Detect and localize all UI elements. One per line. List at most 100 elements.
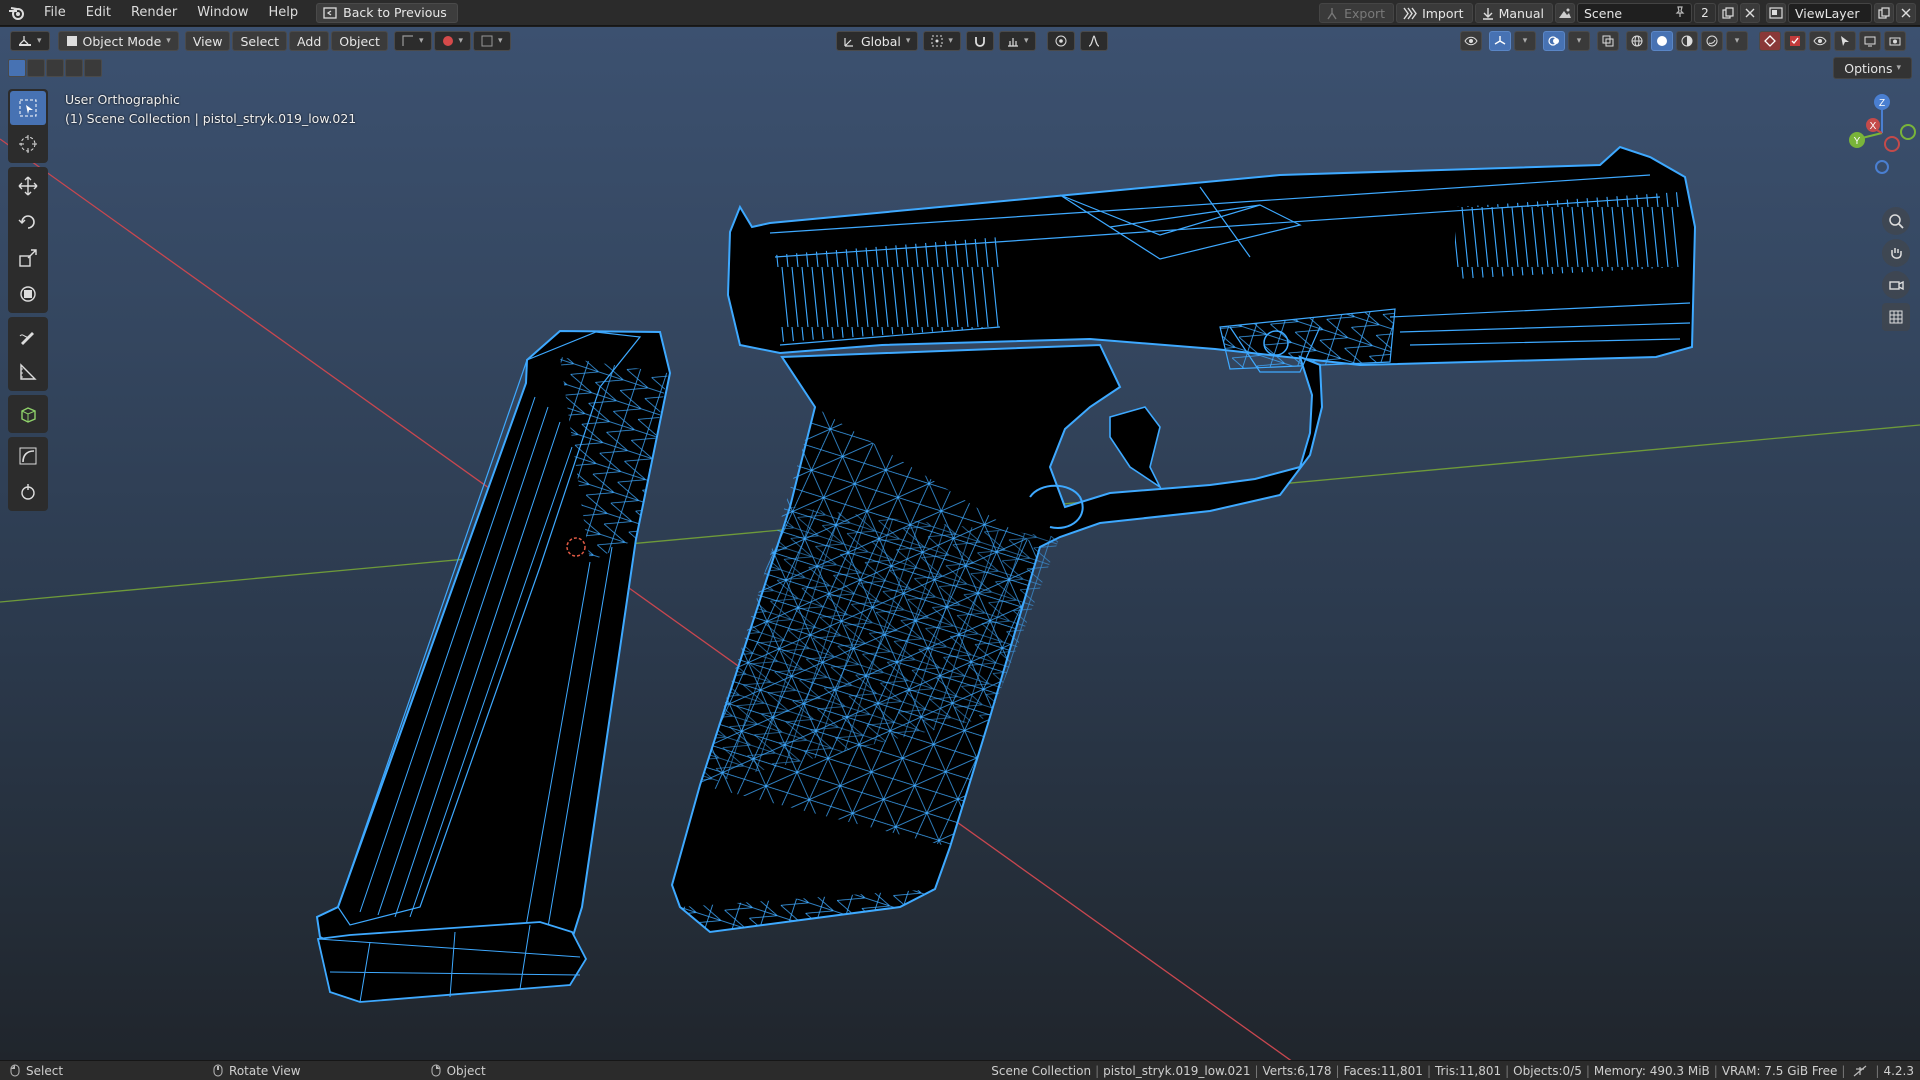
menu-view[interactable]: View — [184, 31, 231, 51]
scene-users-count[interactable]: 2 — [1694, 3, 1716, 23]
export-button[interactable]: Export — [1319, 3, 1395, 23]
show-gizmo-toggle[interactable] — [1489, 31, 1511, 51]
menu-file[interactable]: File — [34, 0, 76, 26]
menu-window[interactable]: Window — [187, 0, 258, 26]
snap-toggle[interactable] — [965, 31, 994, 51]
shear-tool[interactable] — [10, 439, 46, 473]
view-layer-field[interactable]: ViewLayer — [1788, 3, 1872, 23]
3d-viewport-icon — [19, 36, 31, 46]
zoom-view-button[interactable] — [1882, 207, 1910, 235]
rotate-tool[interactable] — [10, 205, 46, 239]
gizmo-options-dropdown[interactable]: ▾ — [1514, 31, 1536, 51]
mode-dropdown[interactable]: Object Mode ▾ — [57, 31, 179, 51]
rotate-normals-tool[interactable] — [10, 475, 46, 509]
mouse-right-icon — [431, 1064, 441, 1077]
disable-in-renders-toggle[interactable] — [1884, 31, 1906, 51]
scene-icon — [1559, 8, 1571, 18]
measure-tool[interactable] — [10, 355, 46, 389]
view-name: User Orthographic — [65, 92, 180, 107]
global-record-button[interactable]: ▾ — [433, 31, 472, 51]
select-mode-subtract-button[interactable] — [46, 59, 64, 77]
keying-set-button[interactable] — [1759, 31, 1781, 51]
transform-orientation-dropdown[interactable]: Global ▾ — [836, 31, 919, 51]
scene-browse-button[interactable] — [1555, 3, 1575, 23]
network-icon[interactable] — [1853, 1065, 1867, 1077]
pivot-point-dropdown[interactable]: ▾ — [923, 31, 961, 51]
disable-in-viewports-toggle[interactable] — [1859, 31, 1881, 51]
axis-gizmo[interactable]: Z Y X — [1830, 87, 1920, 207]
viewport-gizmo-options-button[interactable]: ▾ — [393, 31, 432, 51]
select-mode-invert-button[interactable] — [65, 59, 83, 77]
scale-tool[interactable] — [10, 241, 46, 275]
proportional-editing-toggle[interactable] — [1047, 31, 1076, 51]
status-hint-rotate: Rotate View — [213, 1064, 301, 1078]
status-hint-select-label: Select — [26, 1063, 64, 1078]
3d-viewport[interactable]: ▾ Object Mode ▾ View Select Add Object ▾… — [0, 27, 1920, 1060]
wireframe-sphere-icon — [1631, 35, 1643, 47]
snap-target-dropdown[interactable]: ▾ — [998, 31, 1037, 51]
menu-edit[interactable]: Edit — [76, 0, 121, 26]
select-mode-intersect-button[interactable] — [84, 59, 102, 77]
overlay-options-dropdown[interactable]: ▾ — [1568, 31, 1590, 51]
close-icon — [1745, 8, 1755, 18]
hide-in-viewport-toggle[interactable] — [1809, 31, 1831, 51]
mouse-middle-icon — [213, 1064, 223, 1077]
select-mode-set-button[interactable] — [8, 59, 26, 77]
delete-view-layer-button[interactable] — [1896, 3, 1916, 23]
manual-button[interactable]: Manual — [1474, 3, 1553, 23]
back-to-previous-button[interactable]: Back to Previous — [316, 2, 458, 23]
stat-vram: VRAM: 7.5 GiB Free — [1721, 1064, 1838, 1078]
xray-toggle[interactable] — [1597, 31, 1619, 51]
select-box-tool[interactable] — [10, 91, 46, 125]
cursor-crosshair-icon — [19, 135, 37, 153]
import-button[interactable]: Import — [1396, 3, 1473, 23]
add-cube-tool[interactable] — [10, 397, 46, 431]
move-arrows-icon — [18, 176, 38, 196]
options-label: Options — [1844, 60, 1893, 76]
select-box-icon — [19, 99, 37, 117]
import-icon — [1403, 7, 1417, 19]
scene-name: Scene — [1584, 5, 1623, 21]
cursor-tool[interactable] — [10, 127, 46, 161]
show-overlays-toggle[interactable] — [1543, 31, 1565, 51]
menu-render[interactable]: Render — [121, 0, 187, 26]
toggle-perspective-button[interactable] — [1882, 303, 1910, 331]
annotate-tool[interactable] — [10, 319, 46, 353]
blender-logo-icon[interactable] — [0, 5, 34, 21]
options-dropdown[interactable]: Options ▾ — [1833, 57, 1912, 79]
rendered-sphere-icon — [1706, 35, 1718, 47]
proportional-falloff-dropdown[interactable] — [1080, 31, 1109, 51]
menu-help[interactable]: Help — [259, 0, 309, 26]
neg-x-axis-handle[interactable] — [1884, 136, 1900, 152]
transform-tool[interactable] — [10, 277, 46, 311]
neg-z-axis-handle[interactable] — [1875, 160, 1889, 174]
scene-name-field[interactable]: Scene — [1577, 3, 1692, 23]
delete-scene-button[interactable] — [1740, 3, 1760, 23]
tool-shelf — [8, 89, 48, 511]
falloff-curve-icon — [1089, 35, 1100, 47]
menu-add[interactable]: Add — [289, 31, 330, 51]
snapping-options-button[interactable]: ▾ — [473, 31, 511, 51]
menu-object[interactable]: Object — [331, 31, 388, 51]
move-tool[interactable] — [10, 169, 46, 203]
shading-rendered-button[interactable] — [1701, 31, 1723, 51]
shading-options-dropdown[interactable]: ▾ — [1726, 31, 1748, 51]
shading-wireframe-button[interactable] — [1626, 31, 1648, 51]
neg-y-axis-handle[interactable] — [1900, 124, 1916, 140]
pan-view-button[interactable] — [1882, 239, 1910, 267]
selectable-toggle[interactable] — [1834, 31, 1856, 51]
viewlayer-browse-button[interactable] — [1766, 3, 1786, 23]
select-mode-extend-button[interactable] — [27, 59, 45, 77]
toggle-camera-view-button[interactable] — [1882, 271, 1910, 299]
menu-select[interactable]: Select — [232, 31, 288, 51]
new-view-layer-button[interactable] — [1874, 3, 1894, 23]
stat-collection: Scene Collection — [991, 1064, 1092, 1078]
selectability-visibility-button[interactable] — [1460, 31, 1482, 51]
new-scene-button[interactable] — [1718, 3, 1738, 23]
restrict-checkbox[interactable] — [1784, 31, 1806, 51]
monitor-icon — [1864, 36, 1876, 47]
pin-icon[interactable] — [1675, 5, 1685, 21]
shading-solid-button[interactable] — [1651, 31, 1673, 51]
editor-type-button[interactable]: ▾ — [10, 31, 50, 51]
shading-material-button[interactable] — [1676, 31, 1698, 51]
